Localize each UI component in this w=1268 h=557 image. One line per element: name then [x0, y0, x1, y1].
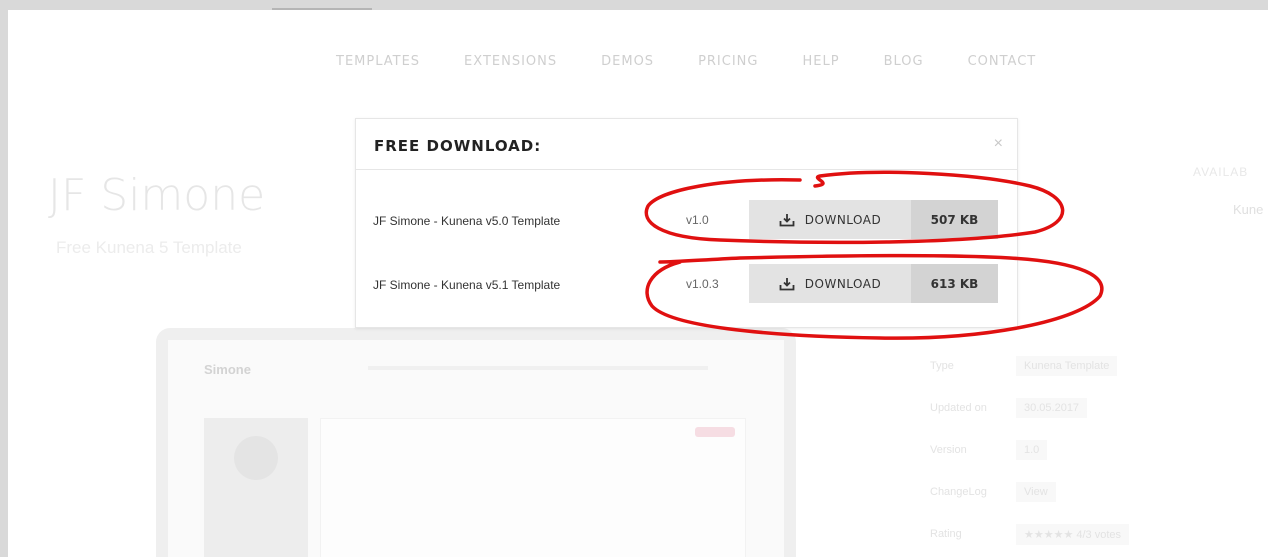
meta-value: 30.05.2017 [1016, 398, 1088, 418]
download-row-v50: JF Simone - Kunena v5.0 Template v1.0 DO… [356, 200, 1017, 240]
meta-row-changelog: ChangeLog View [930, 471, 1129, 513]
meta-key: Rating [930, 528, 962, 540]
download-icon [779, 277, 795, 290]
preview-sidebar [204, 418, 308, 557]
nav-item-extensions[interactable]: EXTENSIONS [464, 54, 557, 69]
download-icon [779, 213, 795, 226]
download-item-name: JF Simone - Kunena v5.0 Template [373, 214, 561, 228]
template-preview-laptop: Simone [156, 328, 796, 557]
nav-item-contact[interactable]: CONTACT [968, 54, 1037, 69]
rating-stars[interactable]: ★★★★★ 4/3 votes [1016, 523, 1130, 545]
template-preview-screen: Simone [168, 340, 784, 557]
download-row-v51: JF Simone - Kunena v5.1 Template v1.0.3 … [356, 264, 1017, 304]
product-meta: Type Kunena Template Updated on 30.05.20… [930, 345, 1130, 555]
nav-item-pricing[interactable]: PRICING [698, 54, 758, 69]
file-size: 613 KB [911, 264, 998, 303]
preview-avatar [234, 436, 278, 480]
meta-value: Kunena Template [1016, 356, 1118, 376]
meta-key: ChangeLog [930, 486, 987, 498]
download-item-version: v1.0.3 [686, 277, 719, 291]
file-size: 507 KB [911, 200, 998, 239]
meta-row-updated: Updated on 30.05.2017 [930, 387, 1129, 429]
changelog-link[interactable]: View [1016, 482, 1056, 502]
close-icon[interactable]: × [994, 135, 1003, 153]
page: TEMPLATES EXTENSIONS DEMOS PRICING HELP … [8, 10, 1268, 557]
free-download-modal: FREE DOWNLOAD: × JF Simone - Kunena v5.0… [355, 118, 1018, 328]
download-item-name: JF Simone - Kunena v5.1 Template [373, 278, 561, 292]
main-nav: TEMPLATES EXTENSIONS DEMOS PRICING HELP … [336, 54, 1080, 69]
meta-row-version: Version 1.0 [930, 429, 1129, 471]
product-subtitle: Free Kunena 5 Template [56, 238, 242, 257]
modal-header: FREE DOWNLOAD: × [356, 119, 1017, 170]
preview-nav [368, 366, 708, 370]
nav-item-help[interactable]: HELP [802, 54, 839, 69]
meta-key: Updated on [930, 402, 987, 414]
download-button-label: DOWNLOAD [804, 276, 882, 291]
download-button[interactable]: DOWNLOAD [749, 200, 911, 239]
download-button-label: DOWNLOAD [804, 212, 882, 227]
nav-item-templates[interactable]: TEMPLATES [336, 54, 420, 69]
browser-frame-left [0, 10, 8, 557]
meta-key: Type [930, 360, 954, 372]
preview-tag [695, 427, 735, 437]
meta-row-rating: Rating ★★★★★ 4/3 votes [930, 513, 1130, 555]
download-item-version: v1.0 [686, 213, 709, 227]
modal-title: FREE DOWNLOAD: [374, 137, 542, 155]
meta-value: 1.0 [1016, 440, 1048, 460]
nav-item-demos[interactable]: DEMOS [601, 54, 654, 69]
nav-item-blog[interactable]: BLOG [884, 54, 924, 69]
availability-label: AVAILAB [1193, 165, 1249, 179]
meta-row-type: Type Kunena Template [930, 345, 1129, 387]
meta-key: Version [930, 444, 967, 456]
browser-frame-top [0, 0, 1268, 10]
availability-value: Kune [1233, 202, 1264, 217]
preview-brand: Simone [204, 362, 251, 377]
preview-content [320, 418, 746, 557]
product-title: JF Simone [48, 170, 266, 221]
download-button[interactable]: DOWNLOAD [749, 264, 911, 303]
